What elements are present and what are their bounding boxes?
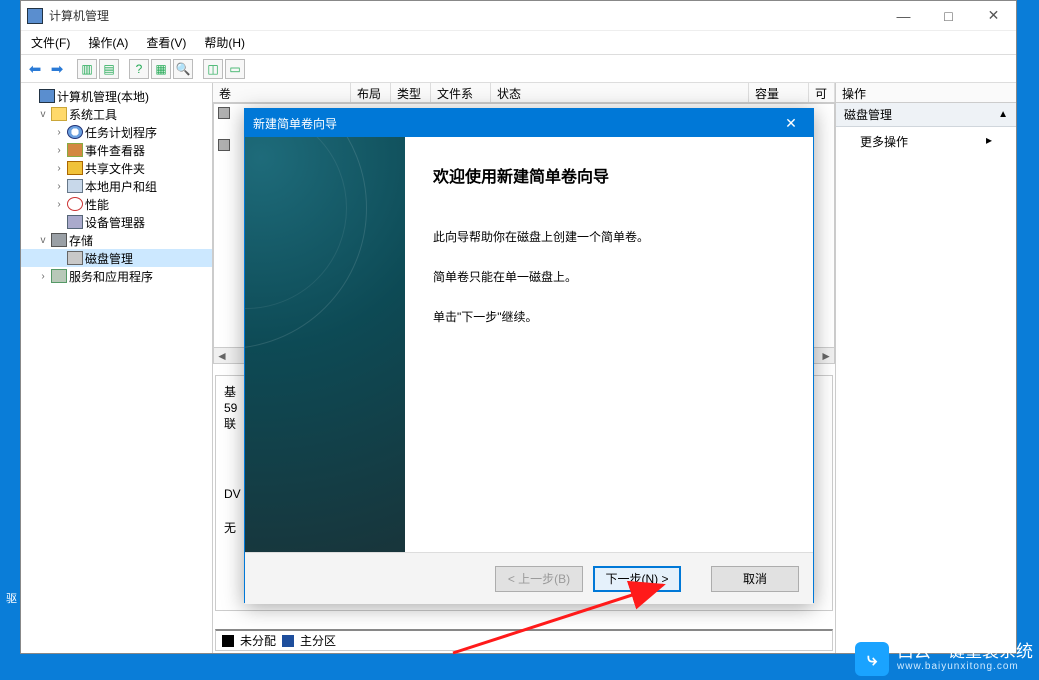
- volume-icon: [218, 107, 230, 119]
- col-layout[interactable]: 布局: [351, 83, 391, 102]
- dialog-content: 欢迎使用新建简单卷向导 此向导帮助你在磁盘上创建一个简单卷。 简单卷只能在单一磁…: [405, 137, 813, 552]
- next-button[interactable]: 下一步(N) >: [593, 566, 681, 592]
- actions-more[interactable]: 更多操作▸: [836, 127, 1016, 156]
- window-title: 计算机管理: [49, 7, 109, 24]
- tree-local-users[interactable]: ›本地用户和组: [21, 177, 212, 195]
- dialog-titlebar: 新建简单卷向导 ✕: [245, 109, 813, 137]
- col-status[interactable]: 状态: [491, 83, 749, 102]
- legend-label-primary: 主分区: [300, 632, 336, 649]
- actions-group-disk-management[interactable]: 磁盘管理▲: [836, 103, 1016, 127]
- toolbar-icon-5[interactable]: ◫: [203, 59, 223, 79]
- watermark-badge-icon: ⤷: [855, 642, 889, 676]
- toolbar-icon-2[interactable]: ▤: [99, 59, 119, 79]
- minimize-button[interactable]: —: [881, 1, 926, 30]
- tree-shared-folders[interactable]: ›共享文件夹: [21, 159, 212, 177]
- toolbar-icon-4[interactable]: 🔍: [173, 59, 193, 79]
- watermark-main: 白云一键重装系统: [897, 644, 1033, 659]
- menu-file[interactable]: 文件(F): [29, 32, 72, 53]
- forward-icon[interactable]: ➡: [47, 59, 67, 79]
- menu-action[interactable]: 操作(A): [86, 32, 130, 53]
- tree-root[interactable]: 计算机管理(本地): [21, 87, 212, 105]
- toolbar-icon-3[interactable]: ▦: [151, 59, 171, 79]
- toolbar: ⬅ ➡ ▥ ▤ ? ▦ 🔍 ◫ ▭: [21, 55, 1016, 83]
- menu-help[interactable]: 帮助(H): [202, 32, 247, 53]
- col-type[interactable]: 类型: [391, 83, 431, 102]
- toolbar-icon-1[interactable]: ▥: [77, 59, 97, 79]
- col-volume[interactable]: 卷: [213, 83, 351, 102]
- app-icon: [27, 8, 43, 24]
- back-icon[interactable]: ⬅: [25, 59, 45, 79]
- tree-system-tools[interactable]: v系统工具: [21, 105, 212, 123]
- nav-tree: 计算机管理(本地) v系统工具 ›任务计划程序 ›事件查看器 ›共享文件夹 ›本…: [21, 83, 213, 653]
- toolbar-help-icon[interactable]: ?: [129, 59, 149, 79]
- tree-services-apps[interactable]: ›服务和应用程序: [21, 267, 212, 285]
- watermark-url: www.baiyunxitong.com: [897, 659, 1033, 674]
- titlebar: 计算机管理 — □ ✕: [21, 1, 1016, 31]
- volume-header: 卷 布局 类型 文件系统 状态 容量 可: [213, 83, 835, 103]
- dialog-sidebar-graphic: [245, 137, 405, 552]
- scroll-right-icon[interactable]: ►: [820, 349, 832, 363]
- tree-storage[interactable]: v存储: [21, 231, 212, 249]
- dialog-heading: 欢迎使用新建简单卷向导: [433, 163, 785, 187]
- dialog-footer: < 上一步(B) 下一步(N) > 取消: [245, 552, 813, 604]
- tree-device-manager[interactable]: 设备管理器: [21, 213, 212, 231]
- dialog-close-button[interactable]: ✕: [777, 115, 805, 132]
- col-filesystem[interactable]: 文件系统: [431, 83, 491, 102]
- actions-pane: 操作 磁盘管理▲ 更多操作▸: [836, 83, 1016, 653]
- toolbar-icon-6[interactable]: ▭: [225, 59, 245, 79]
- legend-label-unallocated: 未分配: [240, 632, 276, 649]
- legend: 未分配 主分区: [215, 629, 833, 651]
- chevron-up-icon: ▲: [998, 109, 1008, 120]
- new-simple-volume-wizard: 新建简单卷向导 ✕ 欢迎使用新建简单卷向导 此向导帮助你在磁盘上创建一个简单卷。…: [244, 108, 814, 603]
- tree-disk-management[interactable]: 磁盘管理: [21, 249, 212, 267]
- close-button[interactable]: ✕: [971, 1, 1016, 30]
- legend-swatch-primary: [282, 635, 294, 647]
- scroll-left-icon[interactable]: ◄: [216, 349, 228, 363]
- actions-header: 操作: [836, 83, 1016, 103]
- cancel-button[interactable]: 取消: [711, 566, 799, 592]
- tree-performance[interactable]: ›性能: [21, 195, 212, 213]
- back-button: < 上一步(B): [495, 566, 583, 592]
- desktop-label-driver: 驱: [6, 590, 17, 606]
- dialog-title: 新建简单卷向导: [253, 115, 337, 132]
- dialog-text-3: 单击"下一步"继续。: [433, 307, 785, 327]
- tree-event-viewer[interactable]: ›事件查看器: [21, 141, 212, 159]
- menubar: 文件(F) 操作(A) 查看(V) 帮助(H): [21, 31, 1016, 55]
- dialog-text-2: 简单卷只能在单一磁盘上。: [433, 267, 785, 287]
- menu-view[interactable]: 查看(V): [144, 32, 188, 53]
- caret-right-icon: ▸: [986, 133, 992, 150]
- col-available[interactable]: 可: [809, 83, 835, 102]
- col-capacity[interactable]: 容量: [749, 83, 809, 102]
- volume-icon: [218, 139, 230, 151]
- watermark: ⤷ 白云一键重装系统 www.baiyunxitong.com: [855, 642, 1033, 676]
- maximize-button[interactable]: □: [926, 1, 971, 30]
- legend-swatch-unallocated: [222, 635, 234, 647]
- dialog-text-1: 此向导帮助你在磁盘上创建一个简单卷。: [433, 227, 785, 247]
- tree-task-scheduler[interactable]: ›任务计划程序: [21, 123, 212, 141]
